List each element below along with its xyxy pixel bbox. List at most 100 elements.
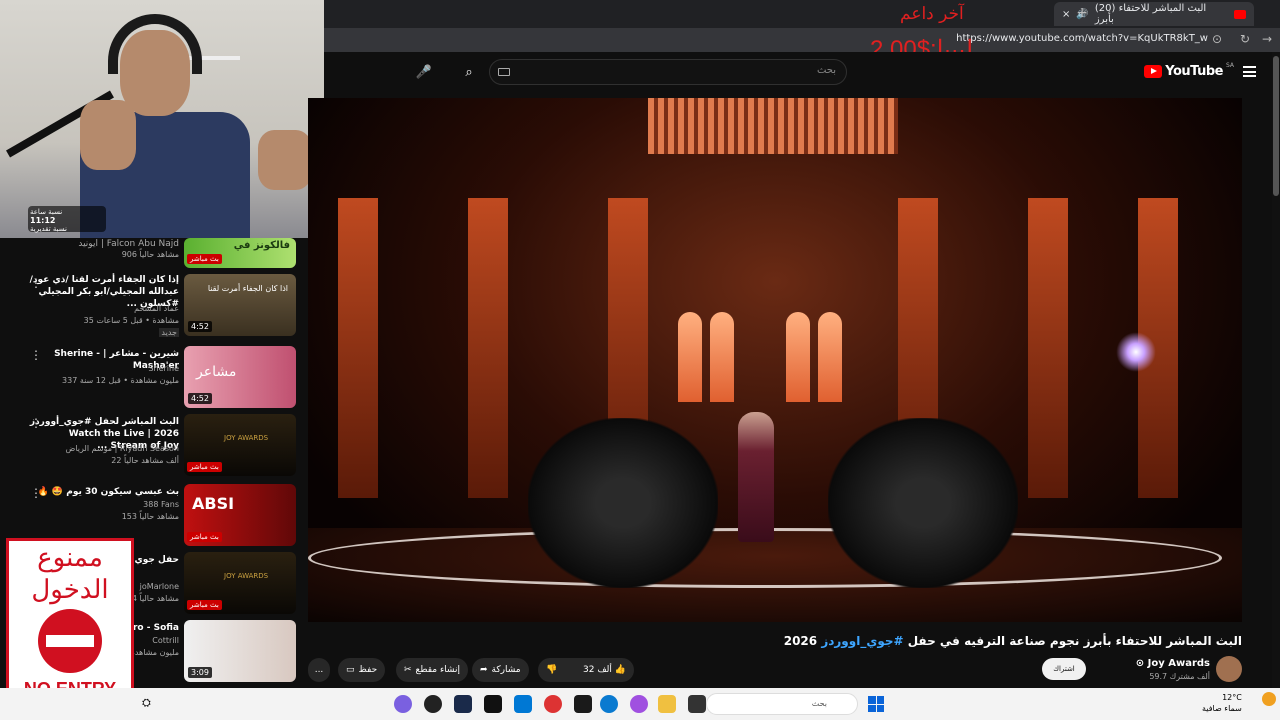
hamburger-menu-icon[interactable]: [1243, 66, 1256, 77]
page-scrollbar[interactable]: [1272, 52, 1280, 688]
channel-info: ⊙ Joy Awards 59.7 ألف مشترك اشتراك: [1042, 656, 1242, 684]
thumbnail-text: فالكونز في: [233, 240, 290, 251]
clip-button[interactable]: ✂ إنشاء مقطع: [396, 658, 468, 682]
youtube-header: 🎤 ⌕ بحث YouTube SA: [324, 52, 1280, 94]
video-thumbnail[interactable]: 3:09: [184, 620, 296, 682]
more-options-icon[interactable]: ⋮: [30, 416, 42, 430]
taskbar-search-input[interactable]: بحث: [706, 693, 858, 715]
stream-stats-badge: نسبة ساعة 11:12 نسبة تقديرية: [28, 206, 106, 233]
video-channel[interactable]: Sherine: [148, 364, 179, 373]
obs-icon[interactable]: [424, 695, 442, 713]
list-item[interactable]: اذا كان الجفاء أمرت لقنا 4:52 إذا كان ال…: [0, 274, 305, 337]
headset: [108, 14, 202, 74]
microphone-icon[interactable]: 🎤: [412, 60, 436, 84]
search-input[interactable]: بحث: [489, 59, 847, 85]
search-icon[interactable]: ⌕: [457, 60, 481, 84]
video-title-heading: البث المباشر للاحتفاء بأبرز نجوم صناعة ا…: [784, 634, 1242, 648]
windows-start-icon[interactable]: [868, 696, 884, 712]
video-player[interactable]: [308, 98, 1242, 622]
last-donor-label: آخر داعم: [900, 4, 964, 24]
new-tab-button[interactable]: +: [1076, 5, 1088, 21]
site-info-icon[interactable]: ⊙: [1212, 32, 1222, 46]
copilot-icon[interactable]: [630, 695, 648, 713]
app-icon[interactable]: [574, 695, 592, 713]
video-thumbnail[interactable]: ABSI بث مباشر: [184, 484, 296, 546]
outlook-icon[interactable]: [514, 695, 532, 713]
list-item[interactable]: مشاعر 4:52 شيرين - مشاعر | Sherine - Mas…: [0, 346, 305, 408]
share-button[interactable]: ➦ مشاركة: [472, 658, 529, 682]
video-thumbnail[interactable]: JOY AWARDS بث مباشر: [184, 414, 296, 476]
video-meta: 35 مشاهدة • قبل 5 ساعات: [83, 316, 179, 325]
temperature: 12°C: [1222, 693, 1242, 702]
performer: [738, 412, 774, 542]
more-options-icon[interactable]: ⋮: [30, 348, 42, 362]
subscribe-button[interactable]: اشتراك: [1042, 658, 1086, 680]
taskview-icon[interactable]: [688, 695, 706, 713]
video-thumbnail[interactable]: JOY AWARDS بث مباشر: [184, 552, 296, 614]
title-hashtag[interactable]: #جوي_اووردز: [821, 634, 903, 648]
video-thumbnail[interactable]: اذا كان الجفاء أمرت لقنا 4:52: [184, 274, 296, 336]
chrome-icon[interactable]: [544, 695, 562, 713]
channel-avatar[interactable]: [1216, 656, 1242, 682]
live-badge: بث مباشر: [187, 600, 222, 610]
reload-icon[interactable]: ↻: [1240, 32, 1250, 46]
subscriber-count: 59.7 ألف مشترك: [1149, 672, 1210, 681]
search-placeholder: بحث: [816, 65, 836, 76]
steam-icon[interactable]: [454, 695, 472, 713]
stage-column: [338, 198, 378, 498]
more-dots-icon: ...: [314, 665, 324, 675]
dancers-left: [528, 418, 718, 588]
share-icon: ➦: [480, 665, 488, 675]
video-channel[interactable]: موسم الرياض | Riyadh Season: [66, 444, 179, 453]
video-channel[interactable]: 388 Fans: [143, 500, 179, 509]
save-button[interactable]: ▭ حفظ: [338, 658, 386, 682]
scrollbar-thumb[interactable]: [1273, 56, 1279, 196]
stage-arch: [818, 312, 842, 402]
video-meta: 337 مليون مشاهدة • قبل 12 سنة: [62, 376, 179, 385]
verified-icon: ⊙: [1135, 658, 1145, 669]
hand-right: [258, 130, 312, 190]
discord-icon[interactable]: [394, 695, 412, 713]
video-channel[interactable]: Cottrill: [152, 636, 179, 645]
like-group[interactable]: 32 ألف 👍: [583, 665, 626, 675]
clip-label: إنشاء مقطع: [415, 665, 460, 675]
video-title[interactable]: بث عبسي سيكون 30 يوم 🤩 🔥: [29, 486, 179, 498]
more-options-icon[interactable]: ⋮: [30, 486, 42, 500]
youtube-logo[interactable]: YouTube SA: [1144, 62, 1234, 79]
youtube-favicon-icon: [1234, 9, 1246, 19]
video-title[interactable]: Falcon Abu Najd | ايونيد: [29, 238, 179, 250]
video-thumbnail[interactable]: فالكونز في بث مباشر: [184, 238, 296, 268]
tab-close-icon[interactable]: ×: [1062, 9, 1070, 20]
edge-icon[interactable]: [600, 695, 618, 713]
like-dislike-group: 👎 32 ألف 👍: [538, 658, 634, 682]
badge-line-3: نسبة تقديرية: [30, 225, 67, 233]
video-actions: ... ▭ حفظ ✂ إنشاء مقطع ➦ مشاركة 👎 32 ألف 👍: [308, 658, 638, 682]
weather-widget[interactable]: 12°C سماء صافية: [1202, 692, 1242, 714]
list-item[interactable]: JOY AWARDS بث مباشر البث المباشر لحفل #ج…: [0, 414, 305, 476]
capcut-icon[interactable]: [484, 695, 502, 713]
back-arrow-icon[interactable]: →: [1262, 32, 1272, 46]
no-entry-sign: ممنوع الدخول NO ENTRY: [6, 538, 134, 712]
dislike-icon[interactable]: 👎: [546, 665, 557, 675]
video-channel[interactable]: عماد المشحم: [134, 304, 179, 313]
more-options-icon[interactable]: ⋮: [30, 276, 42, 290]
stage-arch: [710, 312, 734, 402]
video-duration: 4:52: [188, 393, 212, 404]
no-entry-ar-line-1: ممنوع: [37, 543, 103, 573]
more-actions-button[interactable]: ...: [308, 658, 330, 682]
thumbnail-text: مشاعر: [196, 364, 237, 380]
taskbar: ⛭ بحث 12°C سماء صافية: [0, 688, 1280, 720]
hand-left: [80, 100, 136, 170]
address-bar[interactable]: https://www.youtube.com/watch?v=KqUkTR8k…: [324, 28, 1280, 52]
url-text[interactable]: https://www.youtube.com/watch?v=KqUkTR8k…: [956, 33, 1208, 44]
video-channel[interactable]: joMarlone: [140, 582, 179, 591]
file-explorer-icon[interactable]: [658, 695, 676, 713]
keyboard-icon[interactable]: [498, 68, 510, 76]
video-thumbnail[interactable]: مشاعر 4:52: [184, 346, 296, 408]
channel-name[interactable]: ⊙ Joy Awards: [1136, 658, 1210, 669]
list-item[interactable]: ABSI بث مباشر بث عبسي سيكون 30 يوم 🤩 🔥 3…: [0, 484, 305, 546]
stage-arch: [786, 312, 810, 402]
network-icon[interactable]: ⛭: [142, 696, 151, 710]
video-duration: 4:52: [188, 321, 212, 332]
channel-name-text: Joy Awards: [1147, 658, 1210, 669]
